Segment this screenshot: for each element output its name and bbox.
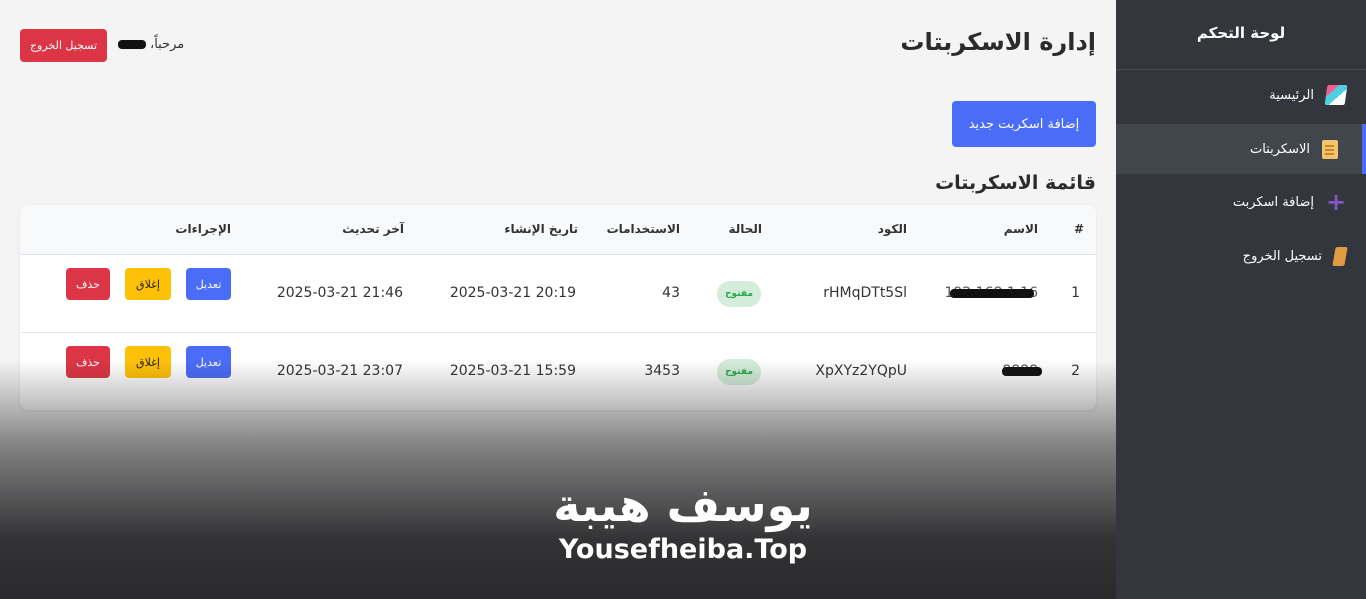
close-button[interactable]: إغلاق	[125, 268, 171, 300]
header-updated: آخر تحديث	[342, 222, 404, 236]
header-uses: الاستخدامات	[606, 222, 680, 236]
greeting: مرحباً،	[118, 37, 184, 52]
sidebar-item-scripts[interactable]: الاسكربتات	[1116, 124, 1366, 174]
watermark-arabic: يوسف هيبة	[553, 478, 813, 532]
row-uses: 43	[662, 285, 680, 301]
row-created: 2025-03-21 20:19	[449, 285, 576, 301]
sidebar-item-label: تسجيل الخروج	[1242, 248, 1322, 264]
sidebar-item-add-script[interactable]: إضافة اسكربت +	[1116, 177, 1366, 227]
table-row: 1 192.168.1.16 rHMqDTt5Sl مفتوح 43 2025-…	[20, 255, 1096, 333]
sidebar-title: لوحة التحكم	[1116, 0, 1366, 70]
sidebar-item-home[interactable]: الرئيسية	[1116, 70, 1366, 120]
table-row: 2 8888 XpXYz2YQpU مفتوح 3453 2025-03-21 …	[20, 333, 1096, 410]
row-index: 2	[1071, 363, 1080, 379]
header-actions: الإجراءات	[175, 222, 231, 236]
row-updated: 2025-03-21 23:07	[276, 363, 403, 379]
section-title: قائمة الاسكربتات	[935, 172, 1096, 194]
plus-icon: +	[1326, 188, 1347, 216]
header-created: تاريخ الإنشاء	[504, 222, 578, 236]
row-updated: 2025-03-21 21:46	[276, 285, 403, 301]
header-logout-button[interactable]: تسجيل الخروج	[20, 29, 107, 62]
status-badge: مفتوح	[717, 359, 761, 385]
sidebar-item-label: الرئيسية	[1269, 87, 1314, 103]
delete-button[interactable]: حذف	[66, 268, 110, 300]
scripts-table: # الاسم الكود الحالة الاستخدامات تاريخ ا…	[20, 205, 1096, 410]
header-index: #	[1073, 222, 1084, 236]
header-name: الاسم	[1003, 222, 1038, 236]
row-code: XpXYz2YQpU	[815, 363, 907, 379]
add-script-button[interactable]: إضافة اسكربت جديد	[952, 101, 1096, 147]
redaction-bar	[1002, 367, 1042, 376]
scripts-icon	[1322, 139, 1338, 159]
edit-button[interactable]: تعديل	[186, 346, 231, 378]
delete-button[interactable]: حذف	[66, 346, 110, 378]
home-icon	[1324, 85, 1348, 105]
greeting-text: مرحباً،	[150, 37, 185, 52]
table-header: # الاسم الكود الحالة الاستخدامات تاريخ ا…	[20, 205, 1096, 255]
logout-icon	[1332, 246, 1348, 266]
row-created: 2025-03-21 15:59	[449, 363, 576, 379]
sidebar-item-label: الاسكربتات	[1249, 141, 1310, 157]
sidebar-item-logout[interactable]: تسجيل الخروج	[1116, 231, 1366, 281]
status-badge: مفتوح	[717, 281, 761, 307]
edit-button[interactable]: تعديل	[186, 268, 231, 300]
watermark-english: Yousefheiba.Top	[558, 534, 808, 565]
close-button[interactable]: إغلاق	[125, 346, 171, 378]
redaction-bar	[950, 289, 1034, 298]
page-title: إدارة الاسكربتات	[900, 28, 1096, 56]
sidebar-item-label: إضافة اسكربت	[1232, 194, 1314, 210]
row-code: rHMqDTt5Sl	[823, 285, 907, 301]
row-index: 1	[1071, 285, 1080, 301]
header-status: الحالة	[728, 222, 762, 236]
header-code: الكود	[877, 222, 907, 236]
row-uses: 3453	[644, 363, 680, 379]
redacted-username	[118, 40, 146, 49]
